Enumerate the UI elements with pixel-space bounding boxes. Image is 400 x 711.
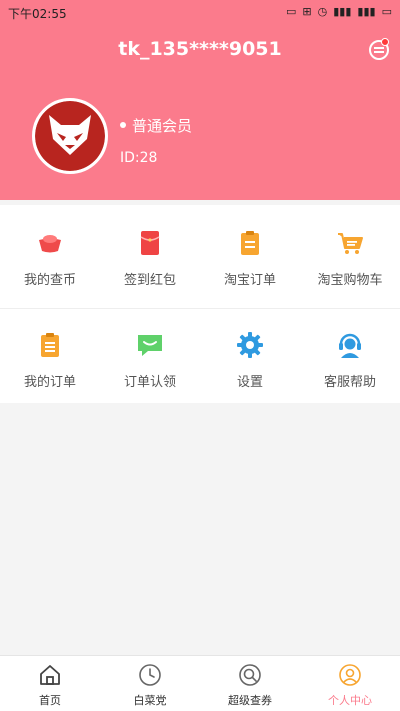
tab-label: 超级查券 [228, 694, 272, 707]
battery-icon: ▭ [381, 5, 392, 18]
tab-home[interactable]: 首页 [0, 656, 100, 711]
user-icon [339, 664, 361, 686]
tab-cabbage-party[interactable]: 白菜党 [100, 656, 200, 711]
shopping-cart-icon [338, 233, 363, 254]
grid-item-my-orders[interactable]: 我的订单 [0, 307, 100, 403]
clock-icon [139, 664, 161, 686]
function-grid: 我的查币 签到红包 淘宝订单 淘宝购物车 我的订单 订单认领 设置 客服帮助 [0, 205, 400, 403]
status-time: 下午02:55 [8, 7, 67, 21]
grid-row-divider [0, 308, 400, 309]
message-icon[interactable] [369, 38, 389, 60]
gear-icon [237, 332, 263, 358]
profile-header: 下午02:55 ▭ ⊞ ◷ ▮▮▮ ▮▮▮ ▭ tk_135****9051 普… [0, 0, 400, 200]
member-level: 普通会员 [120, 115, 192, 136]
grid-label: 我的订单 [23, 375, 76, 390]
fox-mask-icon [35, 101, 105, 171]
grid-label: 淘宝订单 [223, 273, 276, 288]
wifi-signal-icon: ▮▮▮ [357, 5, 376, 18]
chat-bubble-icon [138, 335, 162, 356]
avatar[interactable] [32, 98, 108, 174]
grid-item-signin-redpacket[interactable]: 签到红包 [100, 205, 200, 301]
grid-item-taobao-cart[interactable]: 淘宝购物车 [300, 205, 400, 301]
tab-label: 首页 [39, 694, 61, 707]
clipboard-icon [241, 231, 259, 255]
grid-item-taobao-orders[interactable]: 淘宝订单 [200, 205, 300, 301]
tab-personal-center[interactable]: 个人中心 [300, 656, 400, 711]
member-level-text: 普通会员 [132, 117, 193, 135]
grid-label: 淘宝购物车 [317, 273, 383, 288]
gold-ingot-icon [39, 235, 61, 253]
tab-label: 个人中心 [328, 694, 372, 707]
grid-label: 订单认领 [123, 375, 176, 390]
grid-item-customer-service[interactable]: 客服帮助 [300, 307, 400, 403]
grid-item-settings[interactable]: 设置 [200, 307, 300, 403]
status-bar: 下午02:55 ▭ ⊞ ◷ ▮▮▮ ▮▮▮ ▭ [0, 0, 400, 24]
grid-label: 设置 [236, 375, 263, 390]
grid-label: 签到红包 [123, 273, 176, 288]
grid-label: 客服帮助 [323, 375, 376, 390]
alarm-icon: ◷ [317, 5, 328, 18]
search-coupon-icon [239, 664, 261, 686]
sim-icon: ▭ [286, 5, 297, 18]
grid-item-my-coins[interactable]: 我的查币 [0, 205, 100, 301]
signal-icon: ▮▮▮ [333, 5, 352, 18]
username-title: tk_135****9051 [118, 38, 282, 60]
grid-label: 我的查币 [23, 273, 76, 288]
home-icon [40, 665, 60, 685]
red-envelope-icon [140, 231, 160, 255]
customer-service-icon [339, 333, 361, 358]
order-list-icon [41, 333, 59, 357]
tab-super-coupon[interactable]: 超级查券 [200, 656, 300, 711]
tab-label: 白菜党 [133, 694, 167, 707]
network-icon: ⊞ [302, 5, 312, 18]
user-id: ID:28 [120, 150, 158, 166]
grid-item-order-claim[interactable]: 订单认领 [100, 307, 200, 403]
bottom-tab-bar: 首页 白菜党 超级查券 个人中心 [0, 655, 400, 711]
status-icons: ▭ ⊞ ◷ ▮▮▮ ▮▮▮ ▭ [286, 5, 392, 18]
bullet-dot [120, 121, 126, 128]
